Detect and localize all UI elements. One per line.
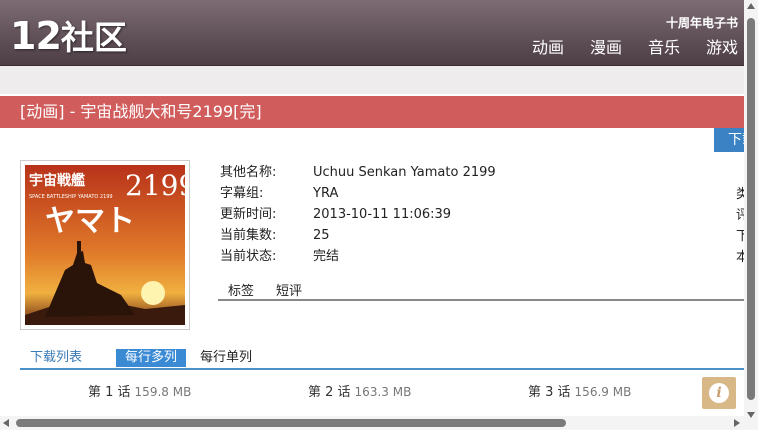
info-key: 当前状态: — [220, 249, 277, 264]
page: 12社区 十周年电子书 动画 漫画 音乐 游戏 [动画] - 宇宙战舰大和号21… — [0, 0, 758, 430]
episode-label: 第 3 话 — [528, 385, 571, 400]
mode-single-column-button[interactable]: 每行单列 — [200, 349, 252, 367]
episode-item[interactable]: 第 3 话 156.9 MB — [528, 383, 631, 402]
download-list-title[interactable]: 下载列表 — [30, 349, 82, 367]
nav-item-game[interactable]: 游戏 — [706, 38, 738, 58]
info-value: 2013-10-11 11:06:39 — [313, 207, 452, 222]
info-row-updated: 更新时间: 2013-10-11 11:06:39 — [220, 204, 496, 225]
horizontal-scroll-thumb[interactable] — [16, 419, 566, 427]
cover-title-number: 2199 — [125, 169, 185, 202]
scroll-right-arrow-icon[interactable] — [734, 419, 740, 427]
info-key: 更新时间: — [220, 207, 277, 222]
info-row-episodes: 当前集数: 25 — [220, 225, 496, 246]
main-nav: 动画 漫画 音乐 游戏 — [532, 38, 738, 58]
info-value: Uchuu Senkan Yamato 2199 — [313, 165, 496, 180]
cover-title-kana: ヤマト — [45, 204, 135, 239]
info-key: 其他名称: — [220, 165, 277, 180]
sub-header-band — [0, 66, 744, 94]
episode-size: 159.8 MB — [134, 385, 192, 399]
nav-item-music[interactable]: 音乐 — [648, 38, 680, 58]
site-logo[interactable]: 12社区 — [10, 12, 127, 62]
info-panel: 其他名称: Uchuu Senkan Yamato 2199 字幕组: YRA … — [220, 162, 496, 267]
vertical-scrollbar[interactable] — [744, 0, 758, 430]
info-key: 当前集数: — [220, 228, 277, 243]
cover-title-jp: 宇宙戦艦 — [29, 172, 85, 189]
episode-size: 163.3 MB — [354, 385, 412, 399]
info-row-subgroup: 字幕组: YRA — [220, 183, 496, 204]
info-row-alt-name: 其他名称: Uchuu Senkan Yamato 2199 — [220, 162, 496, 183]
nav-item-anime[interactable]: 动画 — [532, 38, 564, 58]
scroll-down-arrow-icon[interactable] — [747, 412, 755, 418]
info-key: 字幕组: — [220, 186, 264, 201]
episode-item[interactable]: 第 1 话 159.8 MB — [88, 383, 191, 402]
scroll-left-arrow-icon[interactable] — [3, 419, 9, 427]
mode-multi-column-button[interactable]: 每行多列 — [116, 349, 187, 367]
info-value: 25 — [313, 228, 330, 243]
horizontal-scrollbar[interactable] — [0, 416, 744, 430]
info-row-status: 当前状态: 完结 — [220, 246, 496, 267]
download-button[interactable]: 下载 — [714, 128, 744, 152]
cover-image[interactable]: 宇宙戦艦 2199 SPACE BATTLESHIP YAMATO 2199 ヤ… — [20, 160, 190, 330]
info-button[interactable]: i — [702, 377, 736, 409]
cover-subtitle: SPACE BATTLESHIP YAMATO 2199 — [29, 194, 113, 200]
ebook-link[interactable]: 十周年电子书 — [666, 14, 738, 31]
info-icon: i — [709, 383, 729, 403]
tab-tags[interactable]: 标签 — [228, 282, 254, 302]
download-list-header: 下载列表 每行多列 每行单列 — [20, 348, 744, 370]
episode-label: 第 2 话 — [308, 385, 351, 400]
nav-item-comic[interactable]: 漫画 — [590, 38, 622, 58]
page-title: [动画] - 宇宙战舰大和号2199[完] — [0, 96, 744, 128]
site-header: 12社区 十周年电子书 动画 漫画 音乐 游戏 — [0, 0, 744, 66]
info-value[interactable]: YRA — [313, 183, 338, 204]
info-value: 完结 — [313, 249, 340, 264]
logo-number: 12 — [10, 14, 62, 58]
episode-size: 156.9 MB — [574, 385, 632, 399]
episode-item[interactable]: 第 2 话 163.3 MB — [308, 383, 411, 402]
cover-art: 宇宙戦艦 2199 SPACE BATTLESHIP YAMATO 2199 ヤ… — [25, 165, 185, 325]
tab-reviews[interactable]: 短评 — [276, 282, 302, 302]
vertical-scroll-thumb[interactable] — [747, 18, 755, 400]
cover-illustration: 宇宙戦艦 2199 SPACE BATTLESHIP YAMATO 2199 ヤ… — [25, 165, 185, 325]
scroll-up-arrow-icon[interactable] — [747, 3, 755, 9]
logo-text: 社区 — [60, 18, 127, 57]
detail-tabs: 标签 短评 — [218, 280, 744, 301]
episode-label: 第 1 话 — [88, 385, 131, 400]
